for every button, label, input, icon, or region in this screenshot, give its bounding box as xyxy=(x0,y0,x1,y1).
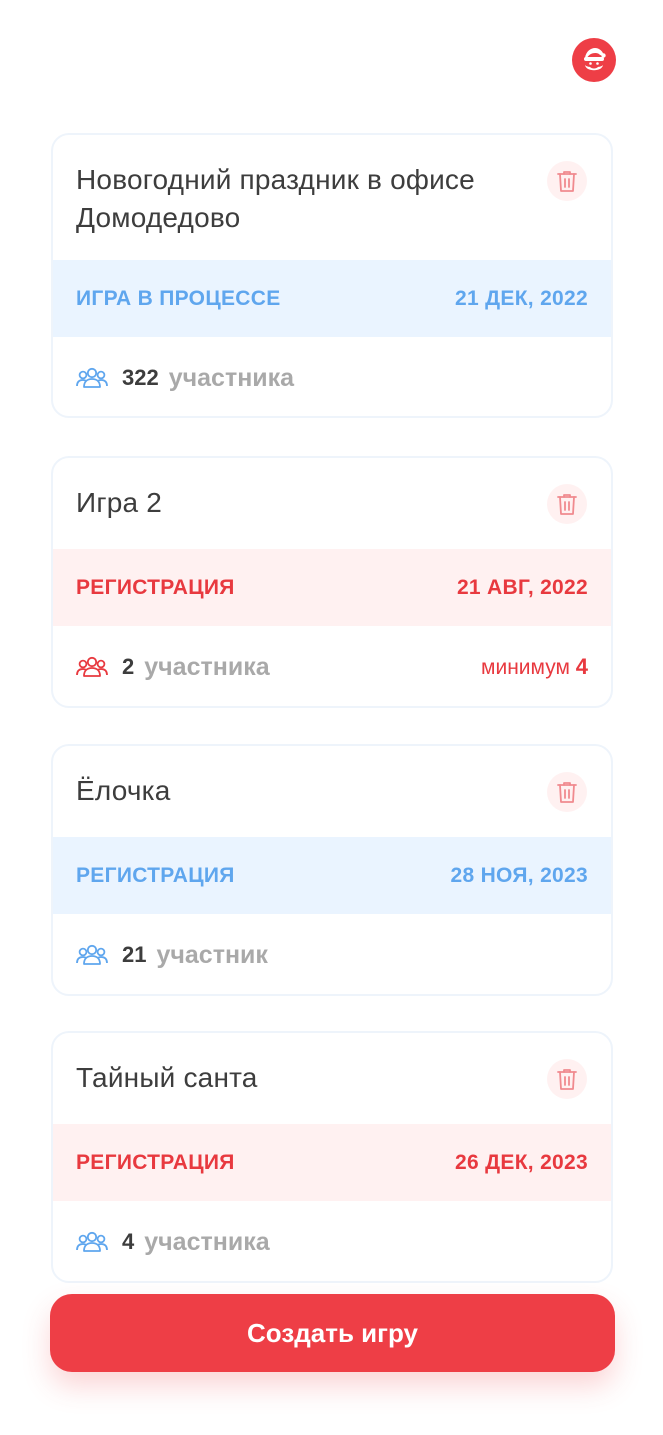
trash-icon xyxy=(557,782,577,803)
game-title: Ёлочка xyxy=(76,775,171,806)
game-date: 26 ДЕК, 2023 xyxy=(455,1150,588,1174)
participants-icon xyxy=(76,656,108,677)
trash-icon xyxy=(557,1069,577,1090)
minimum-label: минимум xyxy=(481,656,570,679)
game-date: 28 НОЯ, 2023 xyxy=(450,863,588,887)
create-game-button[interactable]: Создать игру xyxy=(50,1294,615,1372)
game-status-row: ИГРА В ПРОЦЕССЕ 21 ДЕК, 2022 xyxy=(53,260,611,337)
game-date: 21 ДЕК, 2022 xyxy=(455,286,588,310)
game-title: Новогодний праздник в офисе Домодедово xyxy=(76,164,475,233)
participants-row: 4 участника xyxy=(53,1201,611,1281)
participants-count: 4 xyxy=(122,1229,135,1254)
participants-label: участник xyxy=(156,940,268,969)
game-card[interactable]: Ёлочка РЕГИСТРАЦИЯ 28 НОЯ, 2023 21 участ… xyxy=(51,744,613,996)
user-avatar[interactable] xyxy=(572,38,616,82)
game-title: Тайный санта xyxy=(76,1062,258,1093)
game-status-row: РЕГИСТРАЦИЯ 28 НОЯ, 2023 xyxy=(53,837,611,914)
participants-icon xyxy=(76,367,108,388)
minimum-value: 4 xyxy=(575,654,588,679)
participants-row: 21 участник xyxy=(53,914,611,994)
participants-row: 322 участника xyxy=(53,337,611,416)
trash-icon xyxy=(557,171,577,192)
delete-game-button[interactable] xyxy=(547,161,587,201)
participants-count: 2 xyxy=(122,654,135,679)
game-date: 21 АВГ, 2022 xyxy=(456,575,588,599)
participants-icon xyxy=(76,1231,108,1252)
participants-label: участника xyxy=(144,1227,270,1256)
trash-icon xyxy=(557,494,577,515)
participants-count: 322 xyxy=(122,365,159,390)
delete-game-button[interactable] xyxy=(547,772,587,812)
game-card[interactable]: Игра 2 РЕГИСТРАЦИЯ 21 АВГ, 2022 2 участн… xyxy=(51,456,613,708)
participants-count: 21 xyxy=(122,942,147,967)
game-status: РЕГИСТРАЦИЯ xyxy=(76,1150,235,1174)
participants-row: 2 участника минимум 4 xyxy=(53,626,611,706)
santa-icon xyxy=(584,48,606,71)
game-title: Игра 2 xyxy=(76,487,163,518)
game-status: РЕГИСТРАЦИЯ xyxy=(76,863,235,887)
game-status: ИГРА В ПРОЦЕССЕ xyxy=(76,286,281,310)
game-status: РЕГИСТРАЦИЯ xyxy=(76,575,235,599)
participants-icon xyxy=(76,944,108,965)
participants-label: участника xyxy=(168,363,295,392)
game-status-row: РЕГИСТРАЦИЯ 21 АВГ, 2022 xyxy=(53,549,611,626)
game-status-row: РЕГИСТРАЦИЯ 26 ДЕК, 2023 xyxy=(53,1124,611,1201)
game-card[interactable]: Новогодний праздник в офисе Домодедово И… xyxy=(51,133,613,418)
minimum-participants: минимум 4 xyxy=(481,654,588,680)
game-card[interactable]: Тайный санта РЕГИСТРАЦИЯ 26 ДЕК, 2023 4 … xyxy=(51,1031,613,1283)
delete-game-button[interactable] xyxy=(547,484,587,524)
participants-label: участника xyxy=(144,652,270,681)
delete-game-button[interactable] xyxy=(547,1059,587,1099)
